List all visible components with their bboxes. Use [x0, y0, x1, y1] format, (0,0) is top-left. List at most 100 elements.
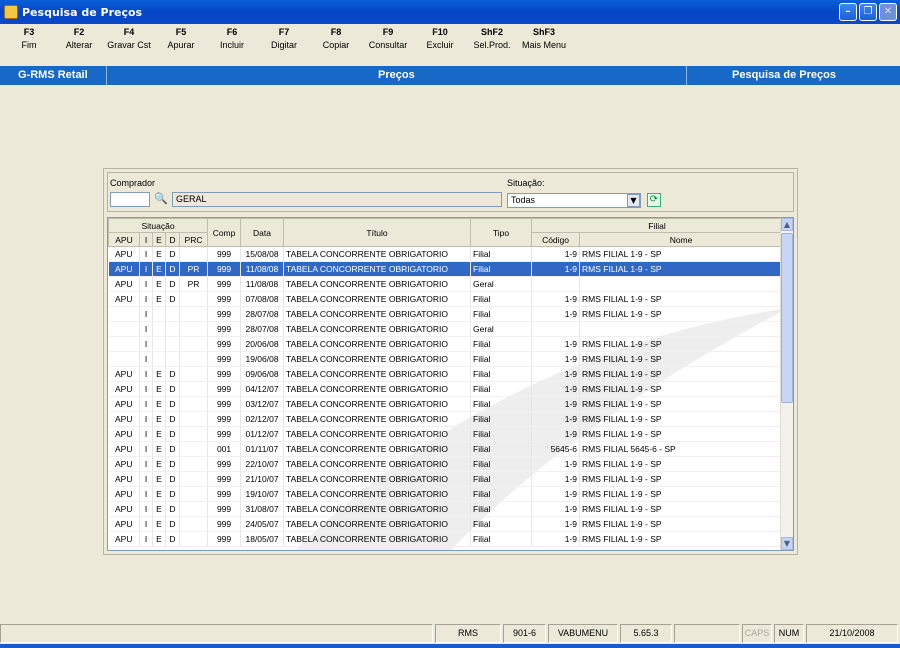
table-row[interactable]: APU I E D 999 24/05/07 TABELA CONCORRENTE OBRI… [108, 516, 784, 532]
table-row[interactable]: I 999 28/07/08 TABELA CONCORRENTE OBRIGATOR… [108, 321, 784, 337]
header-apu[interactable]: APU [108, 232, 140, 247]
cell-comp: 999 [207, 516, 242, 532]
cell-e: E [152, 396, 166, 412]
header-titulo[interactable]: Título [283, 218, 472, 247]
cell-e: E [152, 531, 166, 547]
header-module: Preços [378, 69, 415, 81]
cell-titulo: TABELA CONCORRENTE OBRIGATORIO [283, 411, 472, 427]
table-row[interactable]: I 999 28/07/08 TABELA CONCORRENTE OBRIGATOR… [108, 306, 784, 322]
cell-i: I [139, 441, 153, 457]
status-menu: VABUMENU [548, 624, 618, 643]
table-row[interactable]: I 999 20/06/08 TABELA CONCORRENTE OBRIGATOR… [108, 336, 784, 352]
cell-codigo: 5645-6 [531, 441, 581, 457]
header-tipo[interactable]: Tipo [470, 218, 533, 247]
table-row[interactable]: APU I E D PR 999 11/08/08 TABELA CONCORRENTE OB… [108, 276, 784, 292]
table-row[interactable]: I 999 19/06/08 TABELA CONCORRENTE OBRIGATOR… [108, 351, 784, 367]
cell-prc [179, 516, 209, 532]
status-version: 5.65.3 [620, 624, 672, 643]
cell-e: E [152, 381, 166, 397]
header-screen-title: Pesquisa de Preços [732, 69, 836, 81]
table-row[interactable]: APU I E D 999 04/12/07 TABELA CONCORRENTE OBRI… [108, 381, 784, 397]
status-message [0, 624, 433, 643]
header-nome[interactable]: Nome [579, 232, 784, 247]
cell-nome: RMS FILIAL 1-9 - SP [579, 351, 784, 367]
toolbar-button-consultar[interactable]: F9 Consultar [363, 27, 413, 50]
cell-codigo: 1-9 [531, 501, 581, 517]
refresh-icon[interactable]: ⟳ [647, 193, 661, 207]
cell-data: 22/10/07 [240, 456, 285, 472]
table-row[interactable]: APU I E D 999 15/08/08 TABELA CONCORRENTE OBRI… [108, 246, 784, 262]
cell-titulo: TABELA CONCORRENTE OBRIGATORIO [283, 531, 472, 547]
comprador-name-field: GERAL [172, 192, 502, 207]
cell-nome: RMS FILIAL 1-9 - SP [579, 531, 784, 547]
toolbar-label: Apurar [167, 40, 195, 50]
toolbar-button-incluir[interactable]: F6 Incluir [212, 27, 252, 50]
header-situacao: Situação [108, 218, 209, 233]
cell-titulo: TABELA CONCORRENTE OBRIGATORIO [283, 246, 472, 262]
table-row[interactable]: APU I E D 001 01/11/07 TABELA CONCORRENTE OBRI… [108, 441, 784, 457]
cell-prc [179, 441, 209, 457]
cell-e: E [152, 456, 166, 472]
toolbar-button-fim[interactable]: F3 Fim [9, 27, 49, 50]
cell-apu: APU [108, 291, 140, 307]
chevron-down-icon[interactable]: ▼ [627, 194, 640, 207]
table-row[interactable]: APU I E D 999 22/10/07 TABELA CONCORRENTE OBRI… [108, 456, 784, 472]
cell-codigo: 1-9 [531, 351, 581, 367]
cell-titulo: TABELA CONCORRENTE OBRIGATORIO [283, 261, 472, 277]
cell-nome: RMS FILIAL 1-9 - SP [579, 291, 784, 307]
toolbar-button-excluir[interactable]: F10 Excluir [420, 27, 460, 50]
table-row[interactable]: APU I E D PR 999 11/08/08 TABELA CONCORRENTE OB… [108, 261, 784, 277]
cell-i: I [139, 501, 153, 517]
scroll-up-icon[interactable]: ▲ [781, 218, 793, 231]
cell-tipo: Filial [470, 471, 533, 487]
toolbar-button-alterar[interactable]: F2 Alterar [59, 27, 99, 50]
cell-codigo: 1-9 [531, 426, 581, 442]
maximize-button[interactable]: ❐ [859, 3, 877, 21]
header-prc[interactable]: PRC [178, 232, 209, 247]
table-row[interactable]: APU I E D 999 31/08/07 TABELA CONCORRENTE OBRI… [108, 501, 784, 517]
close-button[interactable]: ✕ [879, 3, 897, 21]
toolbar-button-mais-menu[interactable]: ShF3 Mais Menu [518, 27, 570, 50]
situacao-select[interactable]: Todas [507, 193, 641, 208]
table-row[interactable]: APU I E D 999 02/12/07 TABELA CONCORRENTE OBRI… [108, 411, 784, 427]
cell-tipo: Filial [470, 486, 533, 502]
cell-comp: 999 [207, 321, 242, 337]
table-row[interactable]: APU I E D 999 09/06/08 TABELA CONCORRENTE OBRI… [108, 366, 784, 382]
table-row[interactable]: APU I E D 999 01/12/07 TABELA CONCORRENTE OBRI… [108, 426, 784, 442]
cell-titulo: TABELA CONCORRENTE OBRIGATORIO [283, 501, 472, 517]
header-data[interactable]: Data [240, 218, 285, 247]
header-codigo[interactable]: Código [531, 232, 581, 247]
toolbar-button-sel-prod[interactable]: ShF2 Sel.Prod. [468, 27, 516, 50]
header-comp[interactable]: Comp [207, 218, 242, 247]
toolbar-button-digitar[interactable]: F7 Digitar [264, 27, 304, 50]
vertical-scrollbar[interactable]: ▲ ▼ [780, 218, 793, 550]
comprador-code-input[interactable] [110, 192, 150, 207]
header-i[interactable]: I [139, 232, 153, 247]
toolbar-key: F7 [278, 27, 290, 37]
toolbar-button-apurar[interactable]: F5 Apurar [161, 27, 201, 50]
cell-nome: RMS FILIAL 1-9 - SP [579, 246, 784, 262]
toolbar-button-copiar[interactable]: F8 Copiar [316, 27, 356, 50]
minimize-button[interactable]: – [839, 3, 857, 21]
table-row[interactable]: APU I E D 999 21/10/07 TABELA CONCORRENTE OBRI… [108, 471, 784, 487]
scroll-thumb[interactable] [781, 233, 793, 403]
toolbar-label: Sel.Prod. [473, 40, 511, 50]
cell-nome: RMS FILIAL 1-9 - SP [579, 381, 784, 397]
table-row[interactable]: APU I E D 999 07/08/08 TABELA CONCORRENTE OBRI… [108, 291, 784, 307]
toolbar-key: F5 [175, 27, 187, 37]
cell-e [152, 321, 166, 337]
cell-codigo: 1-9 [531, 246, 581, 262]
cell-nome: RMS FILIAL 1-9 - SP [579, 396, 784, 412]
binoculars-icon[interactable]: 🔍 [154, 192, 168, 205]
cell-apu [108, 351, 140, 367]
table-row[interactable]: APU I E D 999 19/10/07 TABELA CONCORRENTE OBRI… [108, 486, 784, 502]
header-d[interactable]: D [165, 232, 180, 247]
cell-titulo: TABELA CONCORRENTE OBRIGATORIO [283, 351, 472, 367]
header-e[interactable]: E [152, 232, 166, 247]
cell-comp: 999 [207, 471, 242, 487]
table-row[interactable]: APU I E D 999 18/05/07 TABELA CONCORRENTE OBRI… [108, 531, 784, 547]
scroll-down-icon[interactable]: ▼ [781, 537, 793, 550]
table-row[interactable]: APU I E D 999 03/12/07 TABELA CONCORRENTE OBRI… [108, 396, 784, 412]
toolbar-button-gravar-cst[interactable]: F4 Gravar Cst [104, 27, 154, 50]
cell-tipo: Filial [470, 246, 533, 262]
